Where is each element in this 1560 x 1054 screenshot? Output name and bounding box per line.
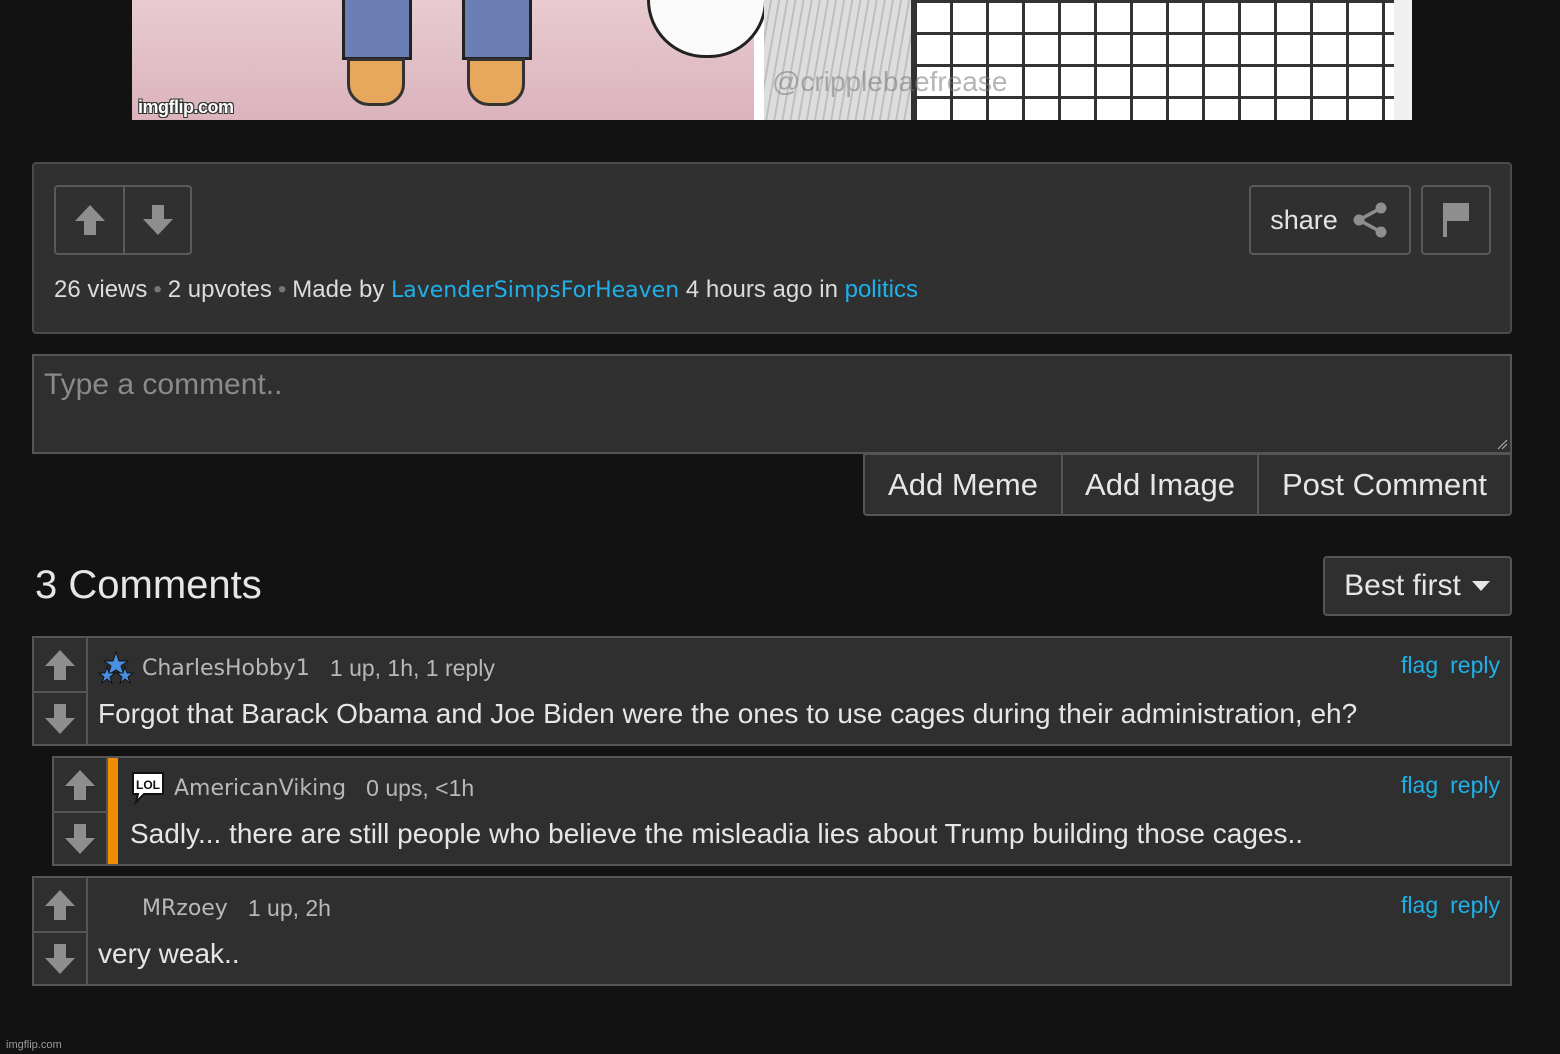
comment-downvote-button[interactable] [34, 931, 86, 984]
comment-text: Sadly... there are still people who beli… [130, 818, 1304, 849]
meme-cage-grid [914, 0, 1394, 120]
flag-link[interactable]: flag [1401, 652, 1438, 679]
meme-foot-left [347, 58, 405, 106]
meme-leg-left [342, 0, 412, 60]
upvote-button[interactable] [56, 187, 123, 253]
flag-icon [1443, 203, 1469, 237]
flag-link[interactable]: flag [1401, 772, 1438, 799]
comment-text: very weak.. [98, 938, 240, 969]
comment: MRzoey 1 up, 2h flag reply very weak.. [32, 876, 1512, 986]
comment-composer [32, 354, 1512, 454]
comment-upvote-button[interactable] [34, 638, 86, 691]
meme-panel-right [764, 0, 1412, 120]
footer-watermark: imgflip.com [6, 1039, 62, 1051]
comment-actions: flag reply [1401, 772, 1500, 799]
comment-vote-column [54, 758, 108, 864]
meta-separator: • [277, 276, 287, 303]
meme-panel-left: imgflip.com [132, 0, 767, 120]
arrow-down-icon [142, 205, 173, 235]
meme-watermark: imgflip.com [138, 97, 234, 117]
meme-tree [764, 0, 914, 120]
comment-stats: 1 up, 1h, 1 reply [329, 654, 495, 681]
comment-input[interactable] [34, 356, 1510, 452]
downvote-button[interactable] [123, 187, 190, 253]
stars-icon [98, 650, 134, 686]
share-icon [1353, 202, 1387, 238]
comment-text: Forgot that Barack Obama and Joe Biden w… [98, 698, 1358, 729]
composer-buttons: Add Meme Add Image Post Comment [863, 453, 1512, 516]
meme-leg-right [462, 0, 532, 60]
meme-foot-right [467, 58, 525, 106]
upvote-count: 2 upvotes [167, 276, 272, 303]
arrow-down-icon [45, 943, 75, 974]
made-by-prefix: Made by [292, 276, 385, 303]
sort-label: Best first [1344, 569, 1461, 602]
meta-separator: • [153, 276, 162, 303]
resize-grip-icon[interactable] [1496, 438, 1508, 450]
arrow-up-icon [65, 769, 95, 800]
lol-badge-text: LOL [136, 778, 160, 792]
stream-link[interactable]: politics [845, 276, 918, 303]
comment-vote-column [34, 878, 88, 984]
comment-reply: LOL AmericanViking 0 ups, <1h flag reply… [52, 756, 1512, 866]
post-meta: 26 views • 2 upvotes • Made by LavenderSimps… [54, 276, 918, 304]
add-image-button[interactable]: Add Image [1061, 455, 1257, 514]
meme-image: imgflip.com @cripplebaefrease [132, 0, 1412, 120]
comment-downvote-button[interactable] [34, 691, 86, 744]
flag-link[interactable]: flag [1401, 892, 1438, 919]
caret-down-icon [1471, 581, 1490, 591]
comment: CharlesHobby1 1 up, 1h, 1 reply flag rep… [32, 636, 1512, 746]
reply-indicator-bar [108, 758, 118, 864]
share-label: share [1270, 204, 1338, 235]
comment-header: MRzoey 1 up, 2h [98, 890, 331, 926]
comment-upvote-button[interactable] [34, 878, 86, 931]
flag-post-button[interactable] [1421, 185, 1491, 255]
arrow-up-icon [74, 205, 105, 235]
comments-count: 3 Comments [35, 563, 262, 607]
arrow-up-icon [45, 889, 75, 920]
comment-header: LOL AmericanViking 0 ups, <1h [130, 770, 474, 806]
comment-author-link[interactable]: MRzoey [142, 896, 228, 921]
post-info-panel: share 26 views • 2 upvotes • Made by Lavende… [32, 162, 1512, 334]
comment-header: CharlesHobby1 1 up, 1h, 1 reply [98, 650, 495, 686]
meme-white-shape [647, 0, 767, 58]
tiktok-watermark: @cripplebaefrease [772, 66, 1008, 97]
lol-icon: LOL [130, 770, 166, 806]
reply-link[interactable]: reply [1450, 892, 1500, 919]
comment-upvote-button[interactable] [54, 758, 106, 811]
reply-link[interactable]: reply [1450, 772, 1500, 799]
post-time: 4 hours ago in [685, 276, 838, 303]
share-button[interactable]: share [1249, 185, 1411, 255]
comment-downvote-button[interactable] [54, 811, 106, 864]
comment-actions: flag reply [1401, 652, 1500, 679]
arrow-down-icon [65, 823, 95, 854]
post-comment-button[interactable]: Post Comment [1257, 455, 1510, 514]
comment-stats: 0 ups, <1h [366, 774, 475, 801]
comment-author-link[interactable]: AmericanViking [174, 776, 346, 801]
sort-dropdown[interactable]: Best first [1323, 556, 1512, 616]
reply-link[interactable]: reply [1450, 652, 1500, 679]
post-vote-buttons [54, 185, 192, 255]
badge-placeholder [98, 890, 134, 926]
add-meme-button[interactable]: Add Meme [865, 455, 1061, 514]
comment-stats: 1 up, 2h [247, 894, 331, 921]
arrow-down-icon [45, 703, 75, 734]
comment-vote-column [34, 638, 88, 744]
comment-author-link[interactable]: CharlesHobby1 [142, 656, 310, 681]
comment-actions: flag reply [1401, 892, 1500, 919]
arrow-up-icon [45, 649, 75, 680]
author-link[interactable]: LavenderSimpsForHeaven [391, 278, 679, 303]
view-count: 26 views [54, 276, 148, 303]
